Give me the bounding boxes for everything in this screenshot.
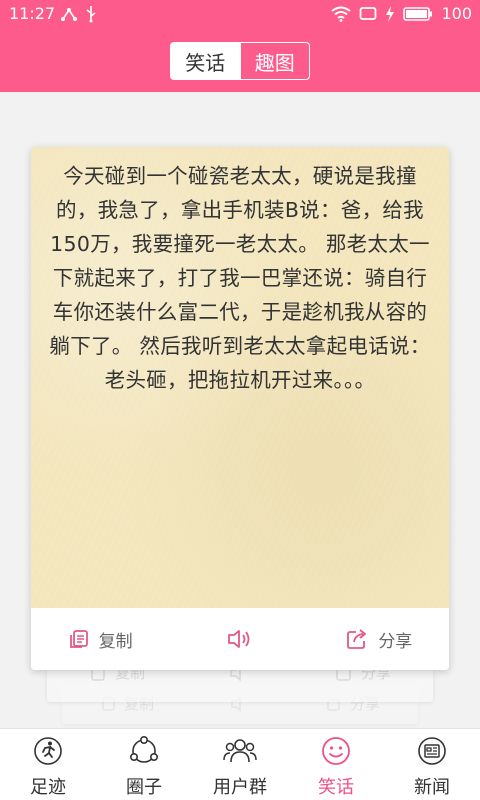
header: 笑话 趣图: [0, 28, 480, 92]
copy-label: 复制: [98, 631, 133, 652]
segmented-control: 笑话 趣图: [170, 42, 310, 80]
screen-icon: [360, 6, 377, 20]
smile-icon: [322, 737, 350, 765]
usb-icon: [86, 6, 96, 23]
copy-button[interactable]: 复制: [31, 627, 170, 652]
battery-icon: [403, 6, 433, 21]
tab-funny-pictures[interactable]: 趣图: [239, 43, 310, 79]
copy-icon: [69, 630, 88, 648]
share-button[interactable]: 分享: [310, 627, 449, 652]
tab-user-group-label: 用户群: [213, 777, 267, 798]
bottom-tab-bar: 足迹 圈子 用户群 笑话 新闻: [0, 728, 480, 800]
speak-button[interactable]: [170, 628, 309, 650]
share-label: 分享: [378, 631, 413, 652]
tab-jokes[interactable]: 笑话: [171, 43, 240, 79]
tab-footprint[interactable]: 足迹: [0, 729, 96, 800]
tab-user-group[interactable]: 用户群: [192, 729, 288, 800]
share-notification-icon: [61, 8, 77, 21]
news-icon: [418, 737, 446, 765]
charging-icon: [386, 5, 395, 22]
user-group-icon: [223, 739, 257, 763]
tab-footprint-label: 足迹: [30, 777, 66, 798]
tab-circle[interactable]: 圈子: [96, 729, 192, 800]
status-time: 11:27: [9, 4, 56, 23]
joke-text: 今天碰到一个碰瓷老太太，硬说是我撞的，我急了，拿出手机装B说：爸，给我150万，…: [49, 164, 431, 392]
tab-jokes-nav[interactable]: 笑话: [288, 729, 384, 800]
tab-news[interactable]: 新闻: [384, 729, 480, 800]
tab-news-label: 新闻: [414, 777, 450, 798]
speaker-icon: [228, 630, 250, 648]
circle-icon: [129, 735, 158, 763]
status-notification-icons: [60, 5, 98, 23]
wifi-icon: [331, 6, 352, 22]
status-right: 100: [331, 4, 472, 23]
joke-card[interactable]: 今天碰到一个碰瓷老太太，硬说是我撞的，我急了，拿出手机装B说：爸，给我150万，…: [31, 147, 449, 670]
card-actions: 复制 分享: [31, 608, 449, 670]
tab-circle-label: 圈子: [126, 777, 162, 798]
status-bar: 11:27 100: [0, 0, 480, 28]
footprint-icon: [34, 737, 62, 765]
tab-jokes-nav-label: 笑话: [318, 777, 354, 798]
share-icon: [347, 629, 367, 649]
battery-level: 100: [441, 4, 472, 23]
joke-paper: 今天碰到一个碰瓷老太太，硬说是我撞的，我急了，拿出手机装B说：爸，给我150万，…: [31, 147, 449, 608]
